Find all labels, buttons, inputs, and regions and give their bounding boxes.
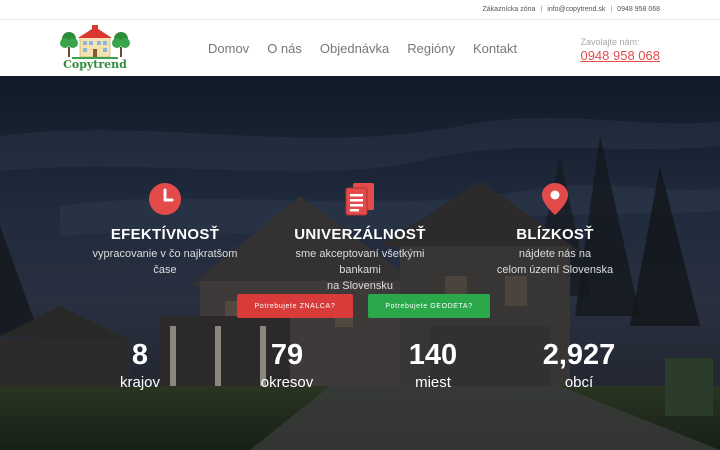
feature-description: vypracovanie v čo najkratšom: [92, 248, 238, 260]
nav-item-about[interactable]: O nás: [267, 41, 302, 56]
email-link[interactable]: info@copytrend.sk: [547, 6, 605, 13]
hero-section: EFEKTÍVNOSŤ vypracovanie v čo najkratšom…: [0, 76, 720, 450]
separator: |: [610, 6, 613, 13]
nav-item-regions[interactable]: Regióny: [407, 41, 455, 56]
stat-label: krajov: [119, 374, 160, 391]
feature-description: celom území Slovenska: [496, 264, 614, 276]
feature-title: BLÍZKOSŤ: [516, 226, 594, 243]
site-header: Copytrend Domov O nás Objednávka Regióny…: [0, 20, 720, 76]
stat-regions: 8 krajov: [80, 338, 200, 391]
stat-cities: 140 miest: [373, 338, 493, 391]
location-pin-icon: [542, 183, 568, 215]
top-utility-bar: Zákaznícka zóna | info@copytrend.sk | 09…: [0, 0, 720, 20]
site-logo[interactable]: Copytrend: [58, 25, 132, 71]
call-us-phone[interactable]: 0948 958 068: [580, 48, 660, 63]
feature-efficiency: EFEKTÍVNOSŤ vypracovanie v čo najkratšom…: [80, 182, 250, 278]
feature-title: UNIVERZÁLNOSŤ: [294, 226, 426, 243]
feature-description: sme akceptovaní všetkými bankami: [295, 248, 425, 276]
feature-description: na Slovensku: [326, 280, 394, 292]
logo-text: Copytrend: [63, 58, 127, 71]
nav-item-order[interactable]: Objednávka: [320, 41, 389, 56]
stat-label: miest: [415, 374, 451, 391]
stat-districts: 79 okresov: [227, 338, 347, 391]
stat-value: 8: [131, 339, 149, 371]
feature-universality: UNIVERZÁLNOSŤ sme akceptovaní všetkými b…: [275, 182, 445, 294]
stat-value: 2,927: [542, 339, 616, 371]
stat-municipalities: 2,927 obcí: [519, 338, 639, 391]
call-us-block: Zavolajte nám: 0948 958 068: [580, 37, 660, 63]
clock-icon: [149, 183, 181, 215]
call-us-label: Zavolajte nám:: [580, 37, 640, 47]
feature-description: čase: [153, 264, 177, 276]
stat-value: 140: [408, 339, 458, 371]
nav-item-contact[interactable]: Kontakt: [473, 41, 517, 56]
phone-link[interactable]: 0948 958 068: [617, 6, 660, 13]
stat-label: obcí: [564, 374, 594, 391]
stat-value: 79: [270, 339, 304, 371]
feature-title: EFEKTÍVNOSŤ: [110, 226, 220, 243]
client-zone-link[interactable]: Zákaznícka zóna: [483, 6, 536, 13]
house-with-trees-logo-icon: [60, 25, 130, 59]
need-surveyor-button[interactable]: Potrebujete GEODETA?: [368, 294, 490, 318]
feature-proximity: BLÍZKOSŤ nájdete nás na celom území Slov…: [470, 182, 640, 278]
need-appraiser-button[interactable]: Potrebujete ZNALCA?: [237, 294, 353, 318]
stat-label: okresov: [260, 374, 314, 391]
separator: |: [540, 6, 543, 13]
documents-icon: [345, 183, 374, 216]
feature-description: nájdete nás na: [518, 248, 592, 260]
nav-item-home[interactable]: Domov: [208, 41, 249, 56]
main-nav: Domov O nás Objednávka Regióny Kontakt: [208, 20, 535, 76]
